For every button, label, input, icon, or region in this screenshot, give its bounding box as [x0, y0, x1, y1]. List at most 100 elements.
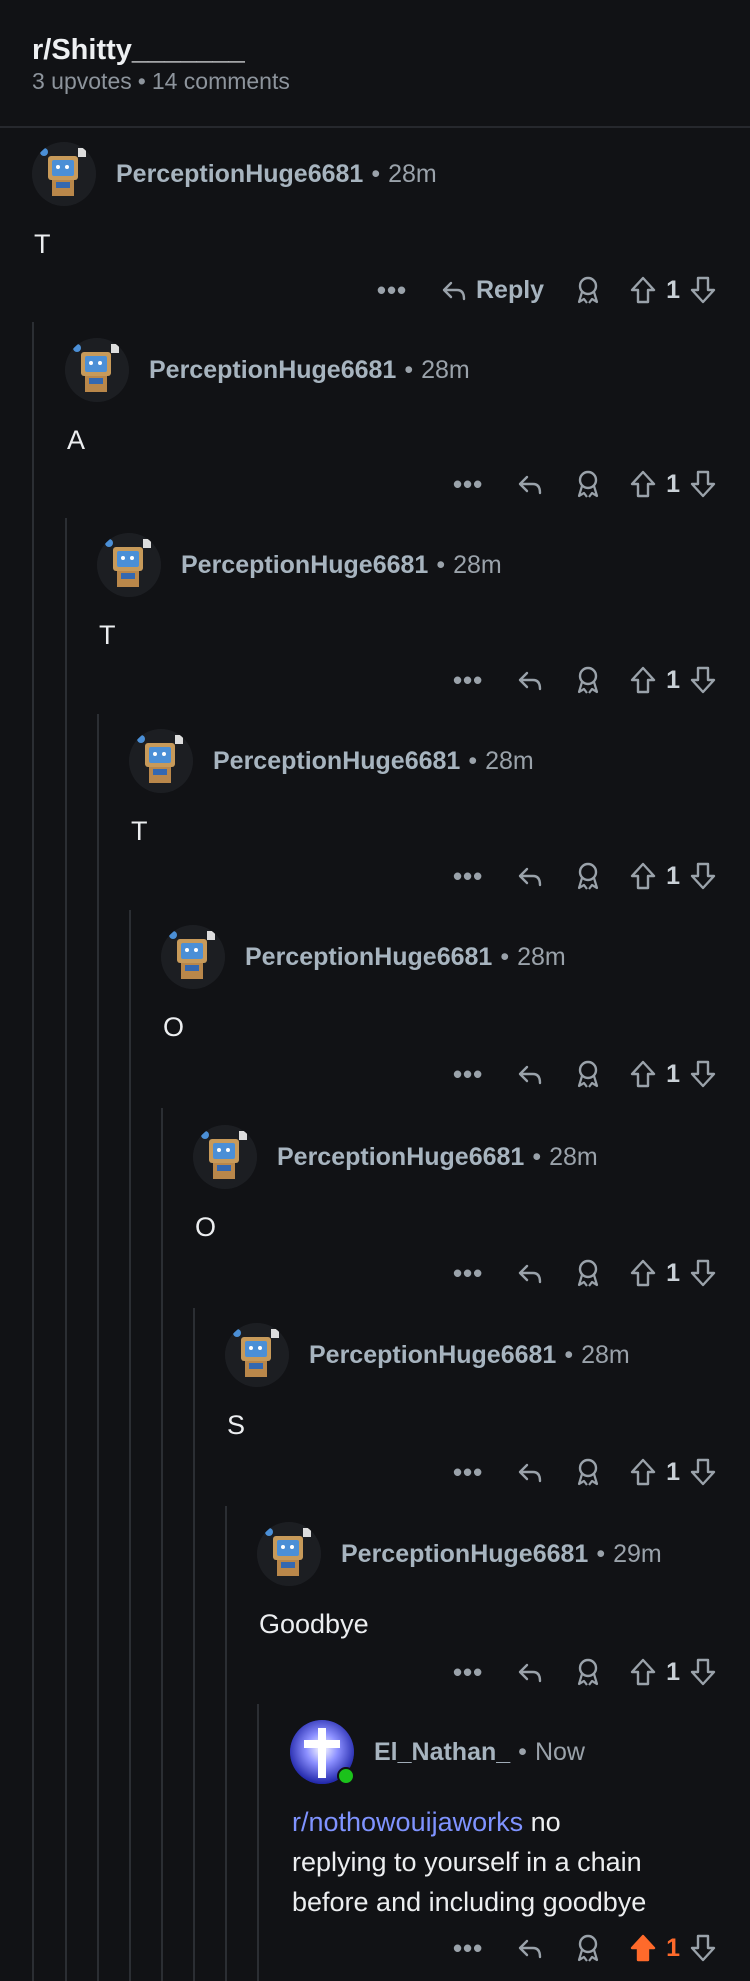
- more-icon[interactable]: •••: [446, 1657, 490, 1688]
- reply-button[interactable]: [516, 1658, 544, 1686]
- downvote-button[interactable]: [688, 1457, 718, 1487]
- more-icon[interactable]: •••: [446, 1258, 490, 1289]
- downvote-button[interactable]: [688, 1059, 718, 1089]
- award-button[interactable]: [574, 1933, 602, 1963]
- upvote-button[interactable]: [628, 1059, 658, 1089]
- comment-actions: ••• 1: [446, 1052, 718, 1096]
- reply-button[interactable]: [516, 1259, 544, 1287]
- award-button[interactable]: [574, 469, 602, 499]
- reply-button[interactable]: Reply: [440, 276, 544, 305]
- award-button[interactable]: [574, 1258, 602, 1288]
- thread-line[interactable]: [161, 1108, 163, 1981]
- downvote-button[interactable]: [688, 861, 718, 891]
- downvote-button[interactable]: [688, 1933, 718, 1963]
- more-icon[interactable]: •••: [370, 275, 414, 306]
- comment-time: 28m: [581, 1341, 630, 1369]
- comment-body: S: [227, 1410, 246, 1440]
- thread-line[interactable]: [129, 910, 131, 1981]
- avatar[interactable]: [161, 925, 225, 989]
- award-button[interactable]: [574, 1657, 602, 1687]
- downvote-button[interactable]: [688, 1657, 718, 1687]
- thread-line[interactable]: [65, 518, 67, 1981]
- robot-avatar-icon: [97, 533, 161, 597]
- avatar[interactable]: [65, 338, 129, 402]
- comment-time: 28m: [485, 747, 534, 775]
- award-icon: [574, 275, 602, 305]
- meta-separator: •: [518, 1738, 527, 1766]
- more-icon[interactable]: •••: [446, 1457, 490, 1488]
- award-button[interactable]: [574, 1059, 602, 1089]
- reply-button[interactable]: [516, 666, 544, 694]
- reply-button[interactable]: [516, 1060, 544, 1088]
- downvote-button[interactable]: [688, 1258, 718, 1288]
- avatar[interactable]: [32, 142, 96, 206]
- downvote-icon: [688, 1457, 718, 1487]
- upvote-button[interactable]: [628, 469, 658, 499]
- comment-body: T: [131, 816, 148, 846]
- avatar[interactable]: [129, 729, 193, 793]
- reply-button[interactable]: [516, 470, 544, 498]
- upvote-button[interactable]: [628, 861, 658, 891]
- meta-separator: •: [137, 68, 146, 94]
- thread-line[interactable]: [32, 322, 34, 1981]
- upvote-button[interactable]: [628, 1657, 658, 1687]
- thread-line[interactable]: [97, 714, 99, 1981]
- more-icon[interactable]: •••: [446, 665, 490, 696]
- comment-text-line: replying to yourself in a chain: [292, 1847, 642, 1877]
- downvote-button[interactable]: [688, 469, 718, 499]
- comment-meta: PerceptionHuge6681 • 29m: [341, 1540, 662, 1569]
- award-button[interactable]: [574, 861, 602, 891]
- downvote-button[interactable]: [688, 275, 718, 305]
- comment-meta: PerceptionHuge6681 • 28m: [213, 747, 534, 776]
- upvote-button[interactable]: [628, 665, 658, 695]
- subreddit-name[interactable]: r/Shitty_______: [32, 34, 245, 67]
- vote-count: 1: [666, 665, 680, 694]
- author-name[interactable]: PerceptionHuge6681: [341, 1540, 588, 1568]
- author-name[interactable]: PerceptionHuge6681: [277, 1143, 524, 1171]
- more-icon[interactable]: •••: [446, 1059, 490, 1090]
- reply-button[interactable]: [516, 1934, 544, 1962]
- upvote-button[interactable]: [628, 1457, 658, 1487]
- comment-time: 28m: [549, 1143, 598, 1171]
- comment-actions: ••• 1: [446, 462, 718, 506]
- reply-icon: [516, 666, 544, 694]
- comment-body: r/nothowouijaworks no replying to yourse…: [292, 1802, 732, 1922]
- upvote-button[interactable]: [628, 1258, 658, 1288]
- more-icon[interactable]: •••: [446, 861, 490, 892]
- thread-line[interactable]: [225, 1506, 227, 1981]
- downvote-icon: [688, 1258, 718, 1288]
- avatar[interactable]: [225, 1323, 289, 1387]
- avatar[interactable]: [257, 1522, 321, 1586]
- award-button[interactable]: [574, 275, 602, 305]
- author-name[interactable]: PerceptionHuge6681: [245, 943, 492, 971]
- reply-icon: [516, 1259, 544, 1287]
- reply-button[interactable]: [516, 1458, 544, 1486]
- author-name[interactable]: PerceptionHuge6681: [213, 747, 460, 775]
- reply-icon: [440, 276, 468, 304]
- upvote-icon: [628, 1933, 658, 1963]
- subreddit-link[interactable]: r/nothowouijaworks: [292, 1807, 523, 1837]
- author-name[interactable]: PerceptionHuge6681: [116, 160, 363, 188]
- upvote-button[interactable]: [628, 275, 658, 305]
- author-name[interactable]: PerceptionHuge6681: [149, 356, 396, 384]
- more-icon[interactable]: •••: [446, 1933, 490, 1964]
- upvote-icon: [628, 861, 658, 891]
- thread-line[interactable]: [193, 1308, 195, 1981]
- thread-line[interactable]: [257, 1704, 259, 1981]
- reply-button[interactable]: [516, 862, 544, 890]
- author-name[interactable]: PerceptionHuge6681: [309, 1341, 556, 1369]
- award-button[interactable]: [574, 665, 602, 695]
- more-icon[interactable]: •••: [446, 469, 490, 500]
- comment-time: 29m: [613, 1540, 662, 1568]
- downvote-button[interactable]: [688, 665, 718, 695]
- author-name[interactable]: PerceptionHuge6681: [181, 551, 428, 579]
- award-button[interactable]: [574, 1457, 602, 1487]
- upvote-button[interactable]: [628, 1933, 658, 1963]
- downvote-icon: [688, 1657, 718, 1687]
- author-name[interactable]: El_Nathan_: [374, 1738, 510, 1766]
- avatar[interactable]: [97, 533, 161, 597]
- comment-actions: ••• 1: [446, 1926, 718, 1970]
- comment-actions: ••• Reply 1: [370, 268, 718, 312]
- avatar[interactable]: [193, 1125, 257, 1189]
- comment-body: Goodbye: [259, 1609, 369, 1639]
